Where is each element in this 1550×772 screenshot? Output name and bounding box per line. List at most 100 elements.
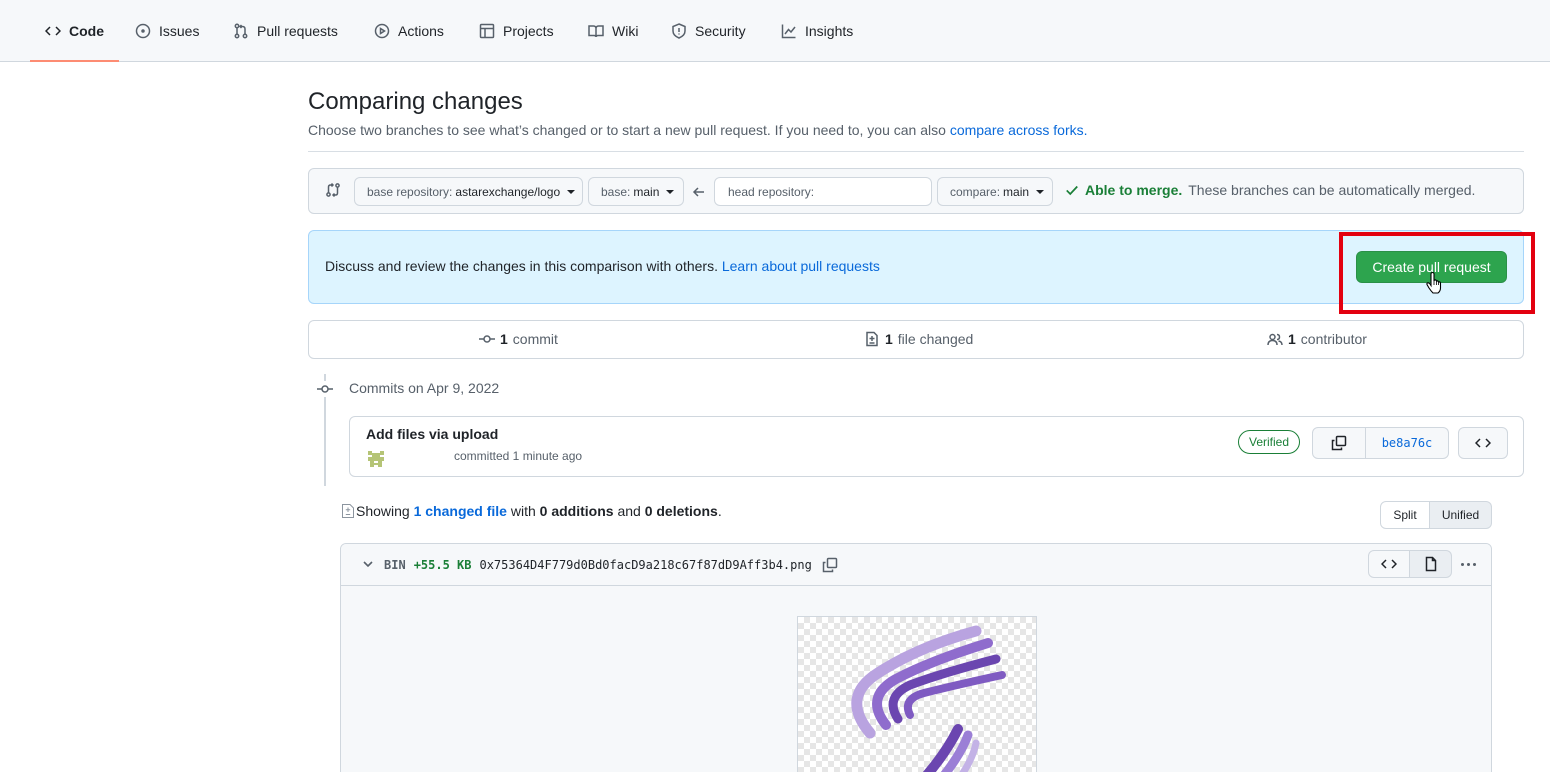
tab-actions-label: Actions (398, 23, 444, 39)
page-subtitle: Choose two branches to see what’s change… (308, 122, 1088, 138)
avatar[interactable] (366, 449, 386, 469)
commit-row: Add files via upload committed 1 minute … (349, 416, 1524, 477)
file-info: BIN +55.5 KB 0x75364D4F779d0Bd0facD9a218… (384, 557, 838, 573)
code-icon (45, 26, 61, 36)
caret-down-icon (666, 189, 675, 194)
commit-sha-group: be8a76c (1312, 427, 1449, 459)
tab-projects[interactable]: Projects (464, 0, 569, 62)
source-view-button[interactable] (1368, 550, 1410, 578)
tab-pull-requests[interactable]: Pull requests (218, 0, 353, 62)
repo-nav: Code Issues Pull requests Actions Projec… (0, 0, 1550, 62)
rich-view-button[interactable] (1410, 550, 1452, 578)
numbers-summary: 1 commit 1 file changed 1 contributor (308, 320, 1524, 359)
and-text: and (617, 503, 641, 519)
table-icon (479, 23, 495, 39)
files-number: 1 (885, 331, 893, 347)
file-type: BIN (384, 558, 406, 572)
commits-date-heading: Commits on Apr 9, 2022 (349, 380, 500, 396)
tab-issues[interactable]: Issues (120, 0, 214, 62)
base-branch-select[interactable]: base: main (588, 177, 684, 206)
commit-meta: committed 1 minute ago (454, 449, 583, 463)
base-repository-select[interactable]: base repository: astarexchange/logo (354, 177, 583, 206)
contributors-label: contributor (1300, 331, 1367, 347)
people-icon (1267, 333, 1283, 346)
file-size-change: +55.5 KB (413, 558, 472, 572)
image-preview (797, 616, 1037, 772)
chevron-down-icon[interactable] (361, 557, 375, 571)
tab-code[interactable]: Code (30, 0, 119, 62)
page-title: Comparing changes (308, 88, 523, 115)
graph-icon (781, 24, 796, 39)
compare-branch-select[interactable]: compare: main (937, 177, 1053, 206)
range-editor: base repository: astarexchange/logo base… (308, 168, 1524, 214)
browse-repository-button[interactable] (1458, 427, 1508, 459)
caret-down-icon (567, 189, 576, 194)
tab-security[interactable]: Security (656, 0, 761, 62)
check-icon (1066, 185, 1078, 196)
split-view-button[interactable]: Split (1380, 501, 1430, 529)
kebab-menu-icon[interactable] (1453, 553, 1483, 575)
tab-insights-label: Insights (805, 23, 854, 39)
file-name-link[interactable]: 0x75364D4F779d0Bd0facD9a218c67f87dD9Aff3… (479, 558, 811, 572)
tab-code-label: Code (69, 23, 104, 39)
file-view-toggle (1368, 550, 1452, 578)
file-icon (1425, 556, 1436, 572)
compare-branch-value: main (1003, 184, 1030, 199)
unified-view-button[interactable]: Unified (1430, 501, 1492, 529)
base-repository-value: astarexchange/logo (455, 184, 561, 199)
copy-sha-button[interactable] (1312, 427, 1366, 459)
merge-status: Able to merge. These branches can be aut… (1065, 182, 1475, 198)
compare-across-forks-link[interactable]: compare across forks. (950, 122, 1088, 138)
file-diff-icon (866, 331, 878, 347)
commits-count[interactable]: 1 commit (479, 331, 558, 347)
book-icon (588, 25, 604, 38)
git-compare-icon (326, 182, 340, 198)
shield-icon (672, 23, 686, 39)
compare-branch-label: compare: (950, 184, 1001, 199)
pull-request-icon (234, 23, 248, 39)
additions-count: 0 additions (539, 503, 614, 519)
commit-sha-link[interactable]: be8a76c (1366, 427, 1449, 459)
header-divider (308, 151, 1524, 152)
commits-number: 1 (500, 331, 508, 347)
tab-issues-label: Issues (159, 23, 200, 39)
verified-badge[interactable]: Verified (1238, 430, 1301, 454)
contributors-number: 1 (1288, 331, 1296, 347)
period-text: . (717, 503, 722, 519)
files-label: file changed (897, 331, 974, 347)
head-repository-input[interactable]: head repository: (714, 177, 932, 206)
file-header: BIN +55.5 KB 0x75364D4F779d0Bd0facD9a218… (341, 544, 1491, 586)
base-repository-label: base repository: (367, 184, 453, 199)
play-icon (374, 23, 390, 39)
flash-message: Discuss and review the changes in this c… (325, 258, 718, 274)
files-changed-count[interactable]: 1 file changed (864, 331, 973, 347)
commit-icon (316, 381, 334, 397)
diff-summary: Showing 1 changed file with 0 additions … (341, 503, 722, 519)
file-diff: BIN +55.5 KB 0x75364D4F779d0Bd0facD9a218… (340, 543, 1492, 772)
code-icon (1475, 438, 1491, 448)
base-branch-label: base: (601, 184, 631, 199)
merge-description: These branches can be automatically merg… (1188, 182, 1476, 198)
issue-icon (135, 23, 151, 39)
logo-image (851, 625, 1006, 772)
tab-actions[interactable]: Actions (359, 0, 459, 62)
with-text: with (510, 503, 536, 519)
contributors-count[interactable]: 1 contributor (1267, 331, 1367, 347)
tab-pull-requests-label: Pull requests (257, 23, 338, 39)
copy-icon (1331, 435, 1347, 451)
hand-pointer-cursor-icon (1426, 271, 1442, 294)
file-diff-icon (342, 504, 354, 518)
copy-icon[interactable] (822, 557, 838, 573)
learn-about-pull-requests-link[interactable]: Learn about pull requests (722, 258, 880, 274)
tab-wiki[interactable]: Wiki (573, 0, 653, 62)
diff-view-toggle: Split Unified (1380, 501, 1492, 529)
merge-ok-text: Able to merge. (1085, 182, 1183, 198)
tab-insights[interactable]: Insights (766, 0, 868, 62)
commits-label: commit (512, 331, 558, 347)
deletions-count: 0 deletions (644, 503, 718, 519)
changed-files-link[interactable]: 1 changed file (414, 503, 507, 519)
commit-title-link[interactable]: Add files via upload (366, 426, 498, 442)
caret-down-icon (1036, 189, 1045, 194)
flash-text: Discuss and review the changes in this c… (325, 258, 880, 274)
tab-security-label: Security (695, 23, 746, 39)
